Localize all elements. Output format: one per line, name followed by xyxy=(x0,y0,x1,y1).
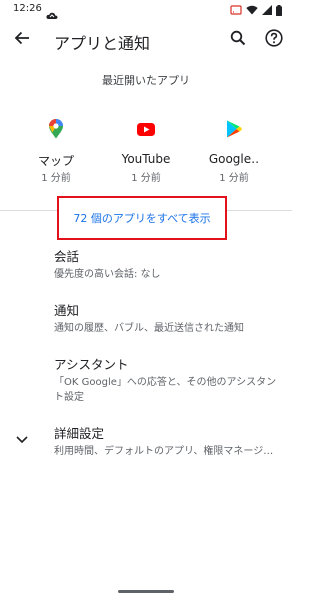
status-bar: 12:26 xyxy=(0,0,292,20)
highlight-box: 72 個のアプリをすべて表示 xyxy=(57,196,227,240)
pref-title: 詳細設定 xyxy=(54,426,105,441)
divider xyxy=(0,210,57,211)
divider xyxy=(227,210,292,211)
pref-conversations[interactable]: 会話 優先度の高い会話: なし xyxy=(54,248,284,282)
cloud-icon xyxy=(46,5,58,19)
recent-app-name: マップ xyxy=(37,154,74,168)
youtube-icon xyxy=(135,118,157,140)
pref-title: 会話 xyxy=(54,249,80,264)
page-title: アプリと通知 xyxy=(54,34,151,53)
chevron-down-icon xyxy=(12,430,32,450)
recent-app-google-play[interactable]: Google‥ 1 分前 xyxy=(194,112,274,184)
search-button[interactable] xyxy=(224,26,252,54)
pref-notifications[interactable]: 通知 通知の履歴、バブル、最近送信された通知 xyxy=(54,302,284,336)
recent-app-time: 1 分前 xyxy=(41,173,71,184)
wifi-icon xyxy=(246,5,258,15)
recent-app-time: 1 分前 xyxy=(219,173,249,184)
signal-icon xyxy=(262,5,272,15)
recent-app-name: Google‥ xyxy=(208,152,260,166)
pref-title: 通知 xyxy=(54,303,80,318)
recent-app-time: 1 分前 xyxy=(131,173,161,184)
app-bar: アプリと通知 xyxy=(0,20,292,60)
status-icons xyxy=(230,4,282,16)
recent-app-maps[interactable]: マップ 1 分前 xyxy=(16,112,96,184)
battery-icon xyxy=(276,4,282,16)
cast-icon xyxy=(230,5,242,15)
pref-summary: 「OK Google」への応答と、その他のアシスタント設定 xyxy=(54,377,277,403)
recent-app-youtube[interactable]: YouTube 1 分前 xyxy=(106,112,186,184)
pref-title: アシスタント xyxy=(54,357,129,372)
nav-gesture-handle[interactable] xyxy=(118,590,174,593)
pref-summary: 優先度の高い会話: なし xyxy=(54,269,161,280)
recent-app-name: YouTube xyxy=(121,152,171,166)
help-icon xyxy=(265,29,283,51)
search-icon xyxy=(230,30,246,50)
status-time: 12:26 xyxy=(13,3,42,14)
pref-advanced[interactable]: 詳細設定 利用時間、デフォルトのアプリ、権限マネージ… xyxy=(54,425,284,459)
play-store-icon xyxy=(223,118,245,140)
back-button[interactable] xyxy=(8,26,36,54)
maps-icon xyxy=(45,118,67,140)
pref-summary: 利用時間、デフォルトのアプリ、権限マネージ… xyxy=(54,446,274,457)
help-button[interactable] xyxy=(260,26,288,54)
pref-summary: 通知の履歴、バブル、最近送信された通知 xyxy=(54,323,244,334)
arrow-back-icon xyxy=(14,30,30,50)
recent-apps-header: 最近開いたアプリ xyxy=(102,74,190,87)
pref-assistant[interactable]: アシスタント 「OK Google」への応答と、その他のアシスタント設定 xyxy=(54,356,284,405)
see-all-apps-link[interactable]: 72 個のアプリをすべて表示 xyxy=(59,210,225,226)
